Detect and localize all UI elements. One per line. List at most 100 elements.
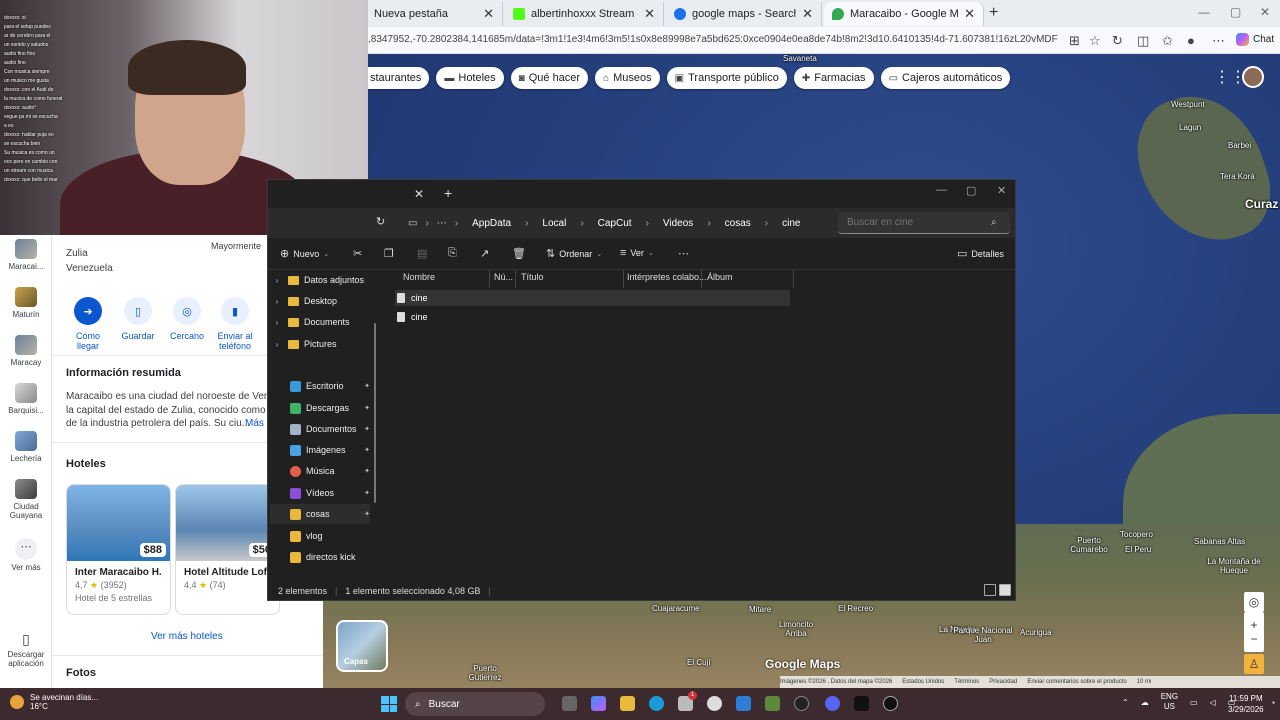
network-icon[interactable]: ▭ <box>1190 698 1198 707</box>
download-app-button[interactable]: ▯ Descargar aplicación <box>0 631 52 668</box>
rail-item-maracaibo[interactable]: Maracai... <box>0 239 52 271</box>
close-icon[interactable]: ✕ <box>997 184 1006 197</box>
app-install-icon[interactable]: ⊞ <box>1069 33 1080 49</box>
rail-item-maracay[interactable]: Maracay <box>0 335 52 367</box>
task-view-icon[interactable] <box>562 696 577 711</box>
copy-icon[interactable]: ❐ <box>384 247 394 260</box>
chip-restaurants[interactable]: staurantes <box>358 67 430 89</box>
quick-access-escritorio[interactable]: Escritorio ✦ <box>270 376 370 396</box>
chip-pharmacies[interactable]: ✚ Farmacias <box>793 67 874 89</box>
notifications-icon[interactable]: ◔ <box>1270 698 1275 708</box>
column-divider[interactable] <box>793 270 794 288</box>
profile-icon[interactable]: ● <box>1187 33 1195 48</box>
nav-scrollbar[interactable] <box>374 323 376 503</box>
quick-access-directos-kick[interactable]: directos kick <box>270 547 370 567</box>
close-icon[interactable]: ✕ <box>644 6 655 22</box>
copilot-icon[interactable] <box>591 696 606 711</box>
breadcrumb-item[interactable]: cosas <box>725 218 751 229</box>
cloud-icon[interactable]: ☁ <box>1141 698 1149 707</box>
chevron-right-icon[interactable]: › <box>270 340 284 349</box>
column-name[interactable]: Nombre <box>403 272 435 282</box>
quick-access-videos[interactable]: Vídeos ✦ <box>270 483 370 503</box>
maximize-icon[interactable]: ▢ <box>1230 5 1241 19</box>
pegman-icon[interactable]: ♙ <box>1244 654 1264 674</box>
column-divider[interactable] <box>623 270 624 288</box>
quick-access-imagenes[interactable]: Imágenes ✦ <box>270 440 370 460</box>
new-button[interactable]: ⊕ Nuevo ⌄ <box>280 247 329 260</box>
sort-button[interactable]: ⇅ Ordenar ⌄ <box>546 247 602 260</box>
more-link[interactable]: Más <box>245 418 264 429</box>
tab-new-tab[interactable]: Nueva pestaña ✕ <box>348 2 503 26</box>
layers-button[interactable]: Capas <box>336 620 388 672</box>
save-button[interactable]: ▯ Guardar <box>116 297 160 341</box>
my-location-icon[interactable]: ◎ <box>1244 592 1264 612</box>
url-field[interactable]: ,8347952,-70.2802384,141685m/data=!3m1!1… <box>368 34 1058 45</box>
quick-access-vlog[interactable]: vlog <box>270 526 370 546</box>
column-album[interactable]: Álbum <box>707 272 733 282</box>
refresh-icon[interactable]: ↻ <box>376 215 385 228</box>
minimize-icon[interactable]: — <box>1198 5 1210 19</box>
quick-access-descargas[interactable]: Descargas ✦ <box>270 398 370 418</box>
breadcrumb-item[interactable]: cine <box>782 218 800 229</box>
map-region-link[interactable]: Estados Unidos <box>902 679 944 685</box>
volume-icon[interactable]: ◁ <box>1210 698 1216 707</box>
split-icon[interactable]: ◫ <box>1137 33 1149 49</box>
rail-item-barquisimeto[interactable]: Barquisi... <box>0 383 52 415</box>
quick-access-musica[interactable]: Música ✦ <box>270 461 370 481</box>
column-number[interactable]: Nú... <box>494 272 513 282</box>
chevron-right-icon[interactable]: › <box>270 297 284 306</box>
minimize-icon[interactable]: — <box>936 184 947 196</box>
obs-icon[interactable] <box>794 696 809 711</box>
details-button[interactable]: ▭ Detalles <box>957 247 1004 260</box>
breadcrumb-item[interactable]: CapCut <box>598 218 632 229</box>
tab-kick-stream[interactable]: albertinhoxxx Stream - Watch Live ✕ <box>505 2 664 26</box>
file-row[interactable]: cine <box>395 309 790 325</box>
column-divider[interactable] <box>515 270 516 288</box>
tiktok-icon[interactable] <box>854 696 869 711</box>
chevron-up-icon[interactable]: ⌃ <box>1122 698 1129 707</box>
see-more-button[interactable]: ⋯ Ver más <box>0 538 52 572</box>
hotel-card[interactable]: $88 Inter Maracaibo H... 4,7 ★ (3952) Ho… <box>66 484 171 615</box>
copilot-chat-button[interactable]: Chat <box>1236 33 1274 46</box>
breadcrumb-item[interactable]: Local <box>542 218 566 229</box>
tab-google-search[interactable]: google maps - Search ✕ <box>666 2 822 26</box>
zoom-in-icon[interactable]: + <box>1250 618 1257 632</box>
favorites-icon[interactable]: ✩ <box>1162 33 1173 49</box>
file-explorer-icon[interactable] <box>620 696 635 711</box>
tiles-view-icon[interactable] <box>999 584 1011 596</box>
more-options-icon[interactable]: ⋯ <box>678 247 689 260</box>
quick-access-documentos[interactable]: Documentos ✦ <box>270 419 370 439</box>
rail-item-maturin[interactable]: Maturín <box>0 287 52 319</box>
see-more-hotels-link[interactable]: Ver más hoteles <box>151 631 223 642</box>
breadcrumb[interactable]: ▭ › ⋯ › AppData › Local › CapCut › Video… <box>408 212 832 234</box>
clock[interactable]: 11:59 PM 3/29/2026 <box>1228 693 1264 715</box>
column-divider[interactable] <box>489 270 490 288</box>
media-player-icon[interactable] <box>883 696 898 711</box>
chevron-right-icon[interactable]: › <box>270 276 284 285</box>
mail-icon[interactable] <box>736 696 751 711</box>
close-icon[interactable]: ✕ <box>483 6 494 22</box>
more-icon[interactable]: ⋯ <box>437 218 447 229</box>
chip-museums[interactable]: ⌂ Museos <box>595 67 660 89</box>
chip-atms[interactable]: ▭ Cajeros automáticos <box>880 67 1011 89</box>
rename-icon[interactable]: ⎘ <box>448 247 457 260</box>
start-button[interactable] <box>381 696 397 712</box>
share-icon[interactable]: ↗ <box>480 247 489 260</box>
privacy-link[interactable]: Privacidad <box>989 679 1017 685</box>
nav-item-desktop[interactable]: › Desktop <box>270 291 370 311</box>
weather-widget[interactable]: Se avecinan días... 16°C <box>10 693 98 711</box>
more-icon[interactable]: ⋯ <box>1212 33 1225 49</box>
edge-icon[interactable] <box>649 696 664 711</box>
close-tab-icon[interactable]: ✕ <box>414 187 424 201</box>
paste-icon[interactable]: ▤ <box>417 247 427 260</box>
alien-app-icon[interactable] <box>707 696 722 711</box>
send-to-phone-button[interactable]: ▮ Enviar al teléfono <box>213 297 257 351</box>
cut-icon[interactable]: ✂ <box>353 247 362 260</box>
column-divider[interactable] <box>701 270 702 288</box>
chip-things-to-do[interactable]: ◙ Qué hacer <box>510 67 589 89</box>
breadcrumb-item[interactable]: Videos <box>663 218 693 229</box>
nav-item-datos-adjuntos[interactable]: › Datos adjuntos <box>270 270 370 290</box>
chip-transit[interactable]: ▣ Transporte público <box>666 67 787 89</box>
chevron-right-icon[interactable]: › <box>270 318 284 327</box>
account-avatar[interactable] <box>1242 66 1264 88</box>
